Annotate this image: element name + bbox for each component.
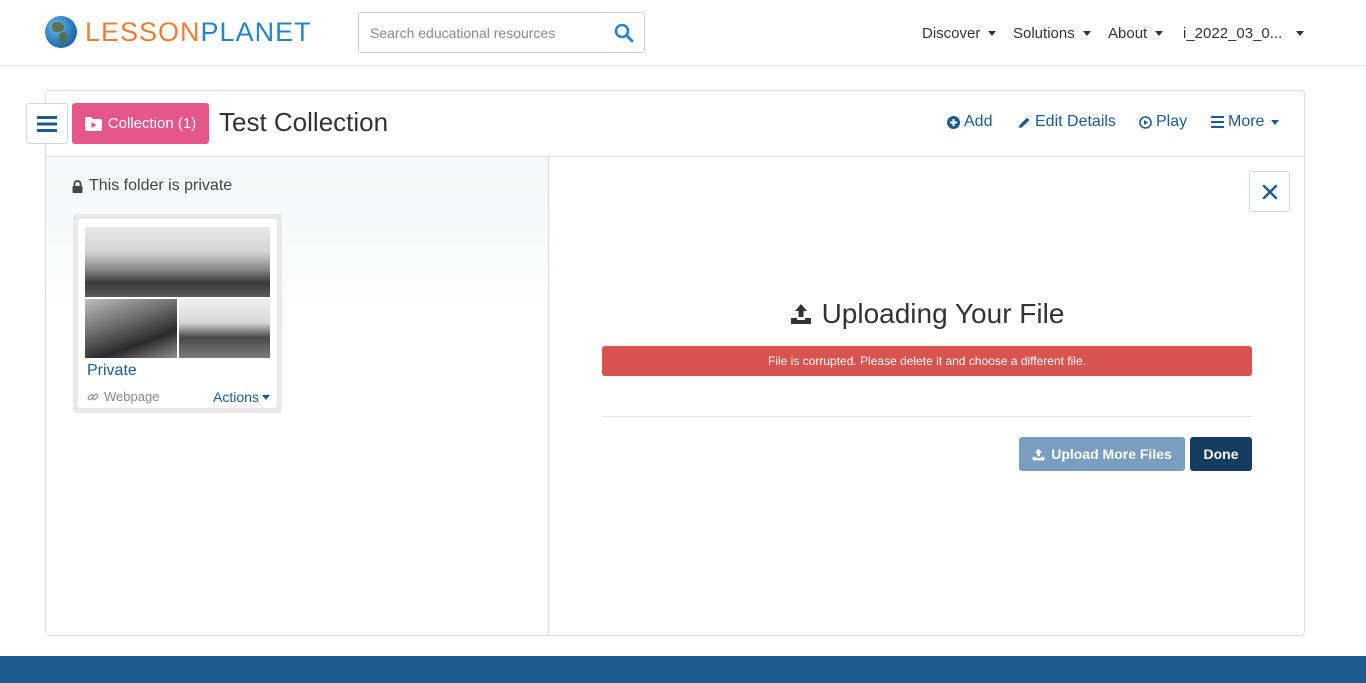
caret-down-icon [261, 394, 270, 400]
nav-about-label: About [1108, 24, 1148, 42]
logo-text-lesson: LESSON [85, 17, 201, 47]
link-icon [87, 393, 99, 400]
collection-title: Test Collection [219, 107, 389, 137]
resource-actions-dropdown[interactable]: Actions [213, 389, 270, 405]
thumbnail-photo-bottom-left [85, 299, 177, 358]
resource-type-label: Webpage [104, 389, 160, 404]
folder-play-icon [84, 116, 102, 131]
caret-down-icon [1271, 119, 1280, 125]
privacy-note-text: This folder is private [89, 177, 233, 194]
nav-discover-label: Discover [922, 24, 981, 42]
collection-badge-label: Collection (1) [107, 115, 197, 132]
play-circle-icon [1139, 115, 1152, 129]
top-navbar: LESSONPLANET Discover Solutions About i_… [0, 0, 1366, 66]
nav-user-label: i_2022_03_0... [1183, 24, 1283, 42]
play-button[interactable]: Play [1139, 113, 1187, 131]
caret-down-icon [1155, 30, 1164, 36]
resource-thumbnail[interactable] [85, 227, 270, 358]
upload-more-files-button[interactable]: Upload More Files [1019, 437, 1185, 471]
collection-badge-button[interactable]: Collection (1) [72, 103, 209, 144]
privacy-note: This folder is private [72, 177, 232, 195]
search-box [358, 12, 645, 53]
pencil-icon [1019, 117, 1030, 128]
lock-icon [72, 179, 83, 193]
nav-solutions-label: Solutions [1013, 24, 1075, 42]
edit-details-label: Edit Details [1035, 113, 1116, 130]
error-alert: File is corrupted. Please delete it and … [602, 346, 1252, 376]
caret-down-icon [1082, 30, 1091, 36]
add-button[interactable]: Add [947, 113, 992, 131]
done-button[interactable]: Done [1190, 437, 1252, 471]
footer-bar [0, 656, 1366, 683]
resource-card[interactable]: Private Webpage Actions [73, 214, 282, 413]
caret-down-icon [988, 30, 997, 36]
sidebar-toggle-button[interactable] [26, 103, 68, 144]
list-icon [1211, 116, 1224, 128]
nav-about[interactable]: About [1108, 0, 1164, 66]
upload-icon [790, 304, 811, 324]
divider [602, 416, 1252, 417]
more-label: More [1228, 113, 1265, 130]
close-button[interactable] [1249, 171, 1290, 212]
add-label: Add [964, 113, 993, 130]
nav-user-menu[interactable]: i_2022_03_0... [1183, 0, 1305, 66]
thumbnail-photo-bottom-right [179, 299, 270, 358]
hamburger-icon [37, 115, 57, 132]
plus-circle-icon [947, 115, 960, 129]
more-menu-button[interactable]: More [1211, 113, 1280, 131]
resource-type: Webpage [87, 389, 159, 404]
upload-heading: Uploading Your File [602, 298, 1252, 330]
resource-card-body: Private Webpage Actions [78, 219, 277, 408]
logo-text: LESSONPLANET [85, 16, 312, 48]
nav-solutions[interactable]: Solutions [1013, 0, 1091, 66]
edit-details-button[interactable]: Edit Details [1018, 113, 1116, 131]
thumbnail-photo-top [85, 227, 270, 297]
nav-discover[interactable]: Discover [922, 0, 997, 66]
resource-actions-label: Actions [213, 389, 259, 405]
search-button[interactable] [604, 13, 644, 52]
upload-heading-text: Uploading Your File [821, 298, 1065, 329]
search-icon [614, 23, 634, 42]
upload-more-files-label: Upload More Files [1051, 446, 1172, 462]
upload-icon [1032, 448, 1045, 460]
globe-icon [45, 16, 77, 48]
search-input[interactable] [359, 13, 604, 52]
lesson-planet-logo[interactable]: LESSONPLANET [45, 16, 312, 48]
logo-text-planet: PLANET [200, 17, 312, 47]
close-icon [1262, 184, 1277, 199]
play-label: Play [1156, 113, 1188, 130]
caret-down-icon [1296, 30, 1305, 36]
resource-title[interactable]: Private [87, 362, 137, 380]
